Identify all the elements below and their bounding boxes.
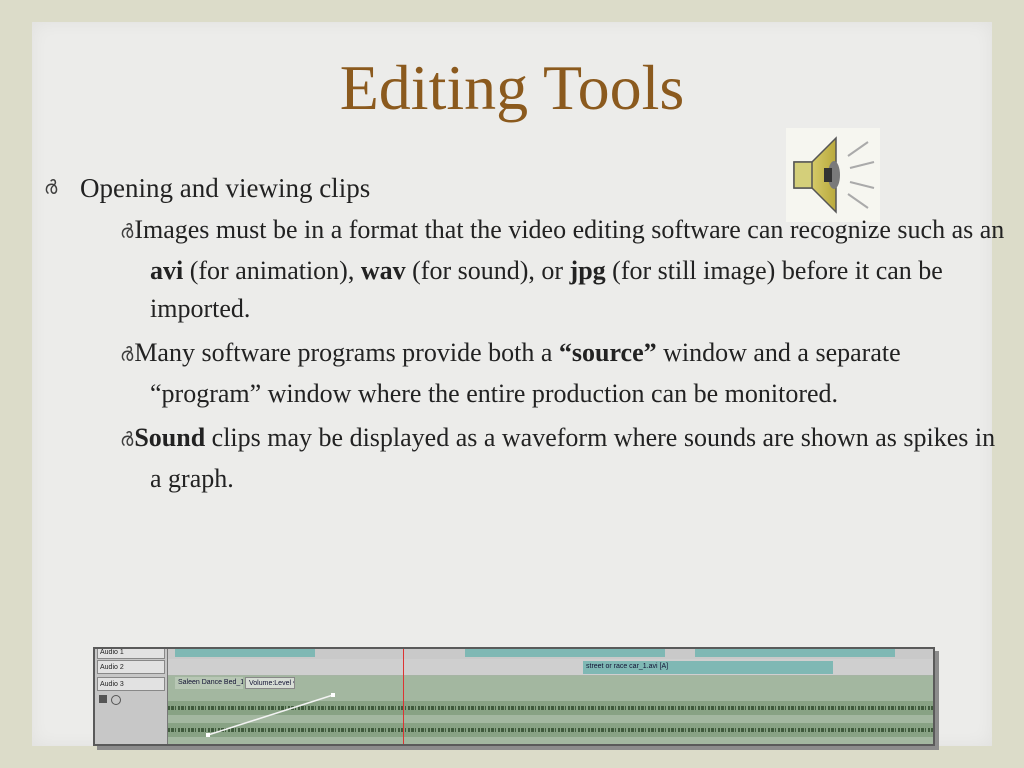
bullet-list: ർ Opening and viewing clips ർImages must … <box>44 171 1004 498</box>
audio-waveform <box>168 693 933 737</box>
bullet-text: (for animation), <box>183 256 361 285</box>
track-tool-icon <box>99 695 107 703</box>
term-source: “source” <box>558 338 657 367</box>
timeline-screenshot: Audio 1 Audio 2 Audio 3 street or race c… <box>93 647 935 746</box>
bullet-glyph: ർ <box>120 430 133 451</box>
bullet-level2: ർMany software programs provide both a “… <box>120 334 1010 413</box>
clip-audio1-b <box>465 649 665 657</box>
term-sound: Sound <box>134 423 206 452</box>
track-label-audio2: Audio 2 <box>97 660 165 674</box>
format-jpg: jpg <box>569 256 606 285</box>
clip-audio1-c <box>695 649 895 657</box>
playhead <box>403 649 404 744</box>
format-avi: avi <box>150 256 184 285</box>
volume-level-select: Volume:Level ▾ <box>245 677 295 689</box>
bullet-text: clips may be displayed as a waveform whe… <box>150 423 996 493</box>
bullet-text: Opening and viewing clips <box>80 173 371 203</box>
slide-title: Editing Tools <box>339 52 685 123</box>
bullet-level2: ർSound clips may be displayed as a wavef… <box>120 419 1010 498</box>
track-label-audio1: Audio 1 <box>97 649 165 659</box>
bullet-text: Many software programs provide both a <box>134 338 559 367</box>
clip-dance: Saleen Dance Bed_1.avi <box>175 677 243 689</box>
bullet-glyph: ർ <box>44 178 57 199</box>
bullet-text: Images must be in a format that the vide… <box>134 215 1005 244</box>
format-wav: wav <box>360 256 406 285</box>
track-label-audio3: Audio 3 <box>97 677 165 691</box>
track-headers: Audio 1 Audio 2 Audio 3 <box>95 649 168 744</box>
clip-audio1-a <box>175 649 315 657</box>
bullet-level2: ർImages must be in a format that the vid… <box>120 211 1010 328</box>
bullet-text: (for sound), or <box>405 256 570 285</box>
bullet-level1: ർ Opening and viewing clips <box>44 171 984 205</box>
clip-street: street or race car_1.avi [A] <box>583 661 833 674</box>
zoom-icon <box>111 695 121 705</box>
bullet-glyph: ർ <box>120 222 133 243</box>
bullet-glyph: ർ <box>120 345 133 366</box>
